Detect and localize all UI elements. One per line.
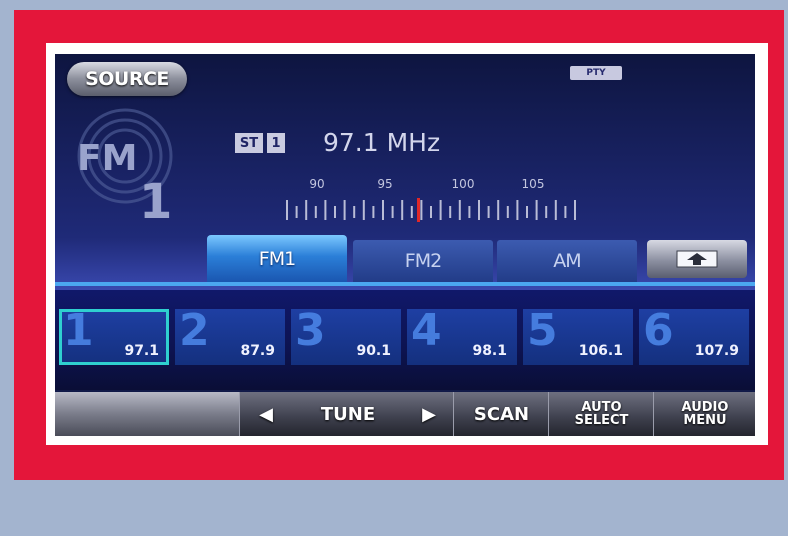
scale-label: 100 <box>451 177 475 191</box>
preset-2[interactable]: 2 87.9 <box>175 309 285 365</box>
preset-number: 5 <box>527 309 558 356</box>
preset-band-divider <box>55 282 755 286</box>
scale-tick <box>458 200 461 220</box>
scale-tick <box>497 200 500 220</box>
current-frequency: 97.1 MHz <box>323 128 441 157</box>
scale-tick <box>439 200 442 220</box>
auto-select-line2: SELECT <box>574 413 629 428</box>
tab-fm1[interactable]: FM1 <box>207 235 347 282</box>
scale-tick <box>516 200 519 220</box>
up-button[interactable] <box>647 240 747 278</box>
scale-tick <box>449 206 452 218</box>
source-button[interactable]: SOURCE <box>67 62 187 96</box>
preset-3[interactable]: 3 90.1 <box>291 309 401 365</box>
scale-tick <box>574 200 576 220</box>
audio-menu-button[interactable]: AUDIO MENU <box>653 392 755 436</box>
scale-tick <box>382 200 384 220</box>
preset-number: 2 <box>179 309 210 356</box>
preset-number: 3 <box>295 309 326 356</box>
tuning-scale <box>286 198 576 222</box>
audio-menu-line2: MENU <box>683 413 727 428</box>
preset-frequency: 97.1 <box>124 343 159 359</box>
preset-4[interactable]: 4 98.1 <box>407 309 517 365</box>
preset-1[interactable]: 1 97.1 <box>59 309 169 365</box>
scale-tick <box>410 206 413 218</box>
stereo-indicator: ST <box>235 133 263 153</box>
scale-tick <box>334 206 336 218</box>
scale-tick <box>401 200 404 220</box>
scale-tick <box>295 206 298 218</box>
tune-label: TUNE <box>291 392 405 436</box>
preset-number: 1 <box>63 309 94 356</box>
scale-tick <box>391 206 394 218</box>
auto-select-button[interactable]: AUTO SELECT <box>548 392 654 436</box>
fm-broadcast-icon: FM 1 <box>73 108 193 230</box>
tuning-needle <box>417 198 420 222</box>
preset-frequency: 98.1 <box>472 343 507 359</box>
scan-button[interactable]: SCAN <box>453 392 549 436</box>
scale-tick <box>487 206 490 218</box>
scale-tick <box>372 206 375 218</box>
scale-tick <box>478 200 480 220</box>
scale-tick <box>362 200 365 220</box>
scale-tick <box>314 206 317 218</box>
scale-tick <box>506 206 509 218</box>
scale-tick <box>535 200 538 220</box>
preset-frequency: 107.9 <box>694 343 739 359</box>
eject-up-icon <box>676 250 718 268</box>
scale-tick <box>545 206 548 218</box>
preset-frequency: 87.9 <box>240 343 275 359</box>
scale-tick <box>305 200 308 220</box>
preset-frequency: 90.1 <box>356 343 391 359</box>
preset-5[interactable]: 5 106.1 <box>523 309 633 365</box>
scale-tick <box>554 200 557 220</box>
scale-label: 105 <box>521 177 545 191</box>
scale-tick <box>564 206 567 218</box>
tab-fm2[interactable]: FM2 <box>353 240 493 282</box>
tune-up-button[interactable]: ▶ <box>405 392 453 436</box>
preset-6[interactable]: 6 107.9 <box>639 309 749 365</box>
preset-number: 6 <box>643 309 674 356</box>
preset-number: 4 <box>411 309 442 356</box>
fm-badge-band: FM <box>77 138 137 179</box>
scale-tick <box>420 200 423 220</box>
channel-indicator: 1 <box>267 133 285 153</box>
scale-tick <box>468 206 471 218</box>
scale-label: 90 <box>309 177 325 191</box>
scale-tick <box>324 200 327 220</box>
scale-tick <box>353 206 356 218</box>
scale-tick <box>526 206 528 218</box>
tune-down-button[interactable]: ◀ <box>239 392 292 436</box>
scale-tick <box>286 200 288 220</box>
tuning-scale-labels: 90 95 100 105 <box>287 177 587 191</box>
fm-badge-number: 1 <box>139 174 172 228</box>
scale-tick <box>343 200 346 220</box>
scale-tick <box>430 206 432 218</box>
scale-label: 95 <box>377 177 393 191</box>
pty-indicator: PTY <box>570 66 622 80</box>
audio-screen: SOURCE PTY FM 1 ST 1 97.1 MHz 90 95 100 … <box>55 54 755 436</box>
tab-am[interactable]: AM <box>497 240 637 282</box>
preset-frequency: 106.1 <box>578 343 623 359</box>
